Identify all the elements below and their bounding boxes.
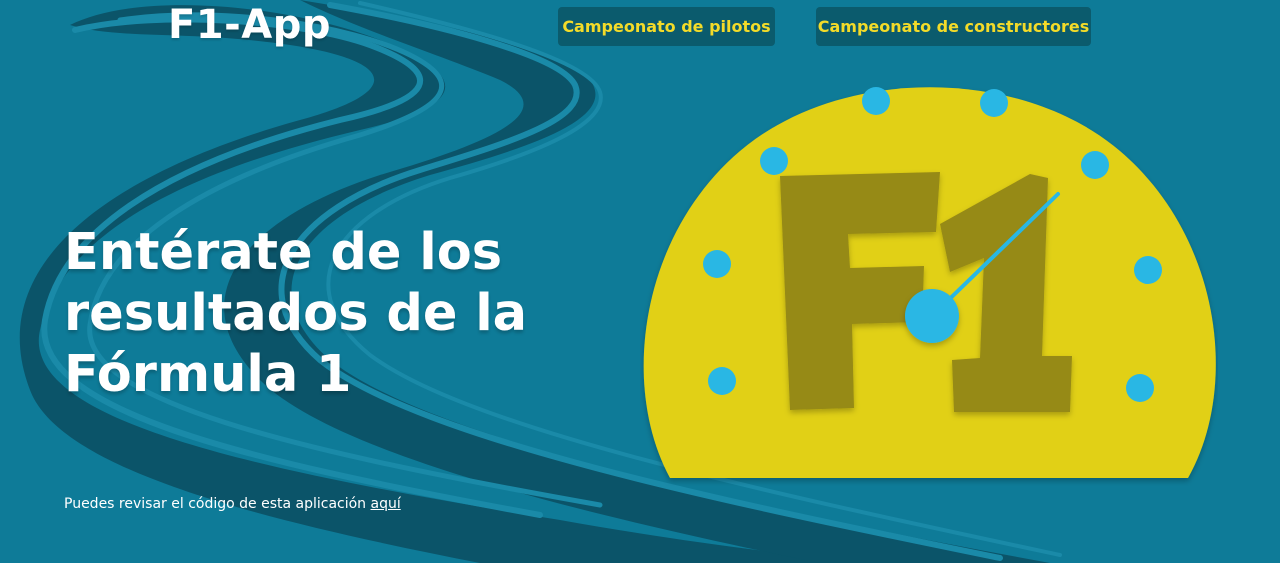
- tick-dot: [708, 367, 736, 395]
- source-code-link[interactable]: aquí: [371, 496, 401, 512]
- landing-page: F1-App Campeonato de pilotos Campeonato …: [0, 0, 1280, 563]
- hero-title: Entérate de los resultados de la Fórmula…: [64, 223, 528, 404]
- tick-dot: [1126, 374, 1154, 402]
- f1-gauge-illustration: [643, 87, 1216, 478]
- tick-dot: [760, 147, 788, 175]
- footer-note: Puedes revisar el código de esta aplicac…: [64, 496, 401, 512]
- footer-note-text: Puedes revisar el código de esta aplicac…: [64, 496, 367, 512]
- nav-constructors-championship-button[interactable]: Campeonato de constructores: [816, 7, 1091, 46]
- tick-dot: [1081, 151, 1109, 179]
- tick-dot: [862, 87, 890, 115]
- tick-dot: [980, 89, 1008, 117]
- app-logo[interactable]: F1-App: [168, 2, 331, 48]
- gauge-needle-hub: [905, 289, 959, 343]
- nav-drivers-championship-button[interactable]: Campeonato de pilotos: [558, 7, 775, 46]
- gauge-dial: [643, 87, 1216, 478]
- tick-dot: [703, 250, 731, 278]
- tick-dot: [1134, 256, 1162, 284]
